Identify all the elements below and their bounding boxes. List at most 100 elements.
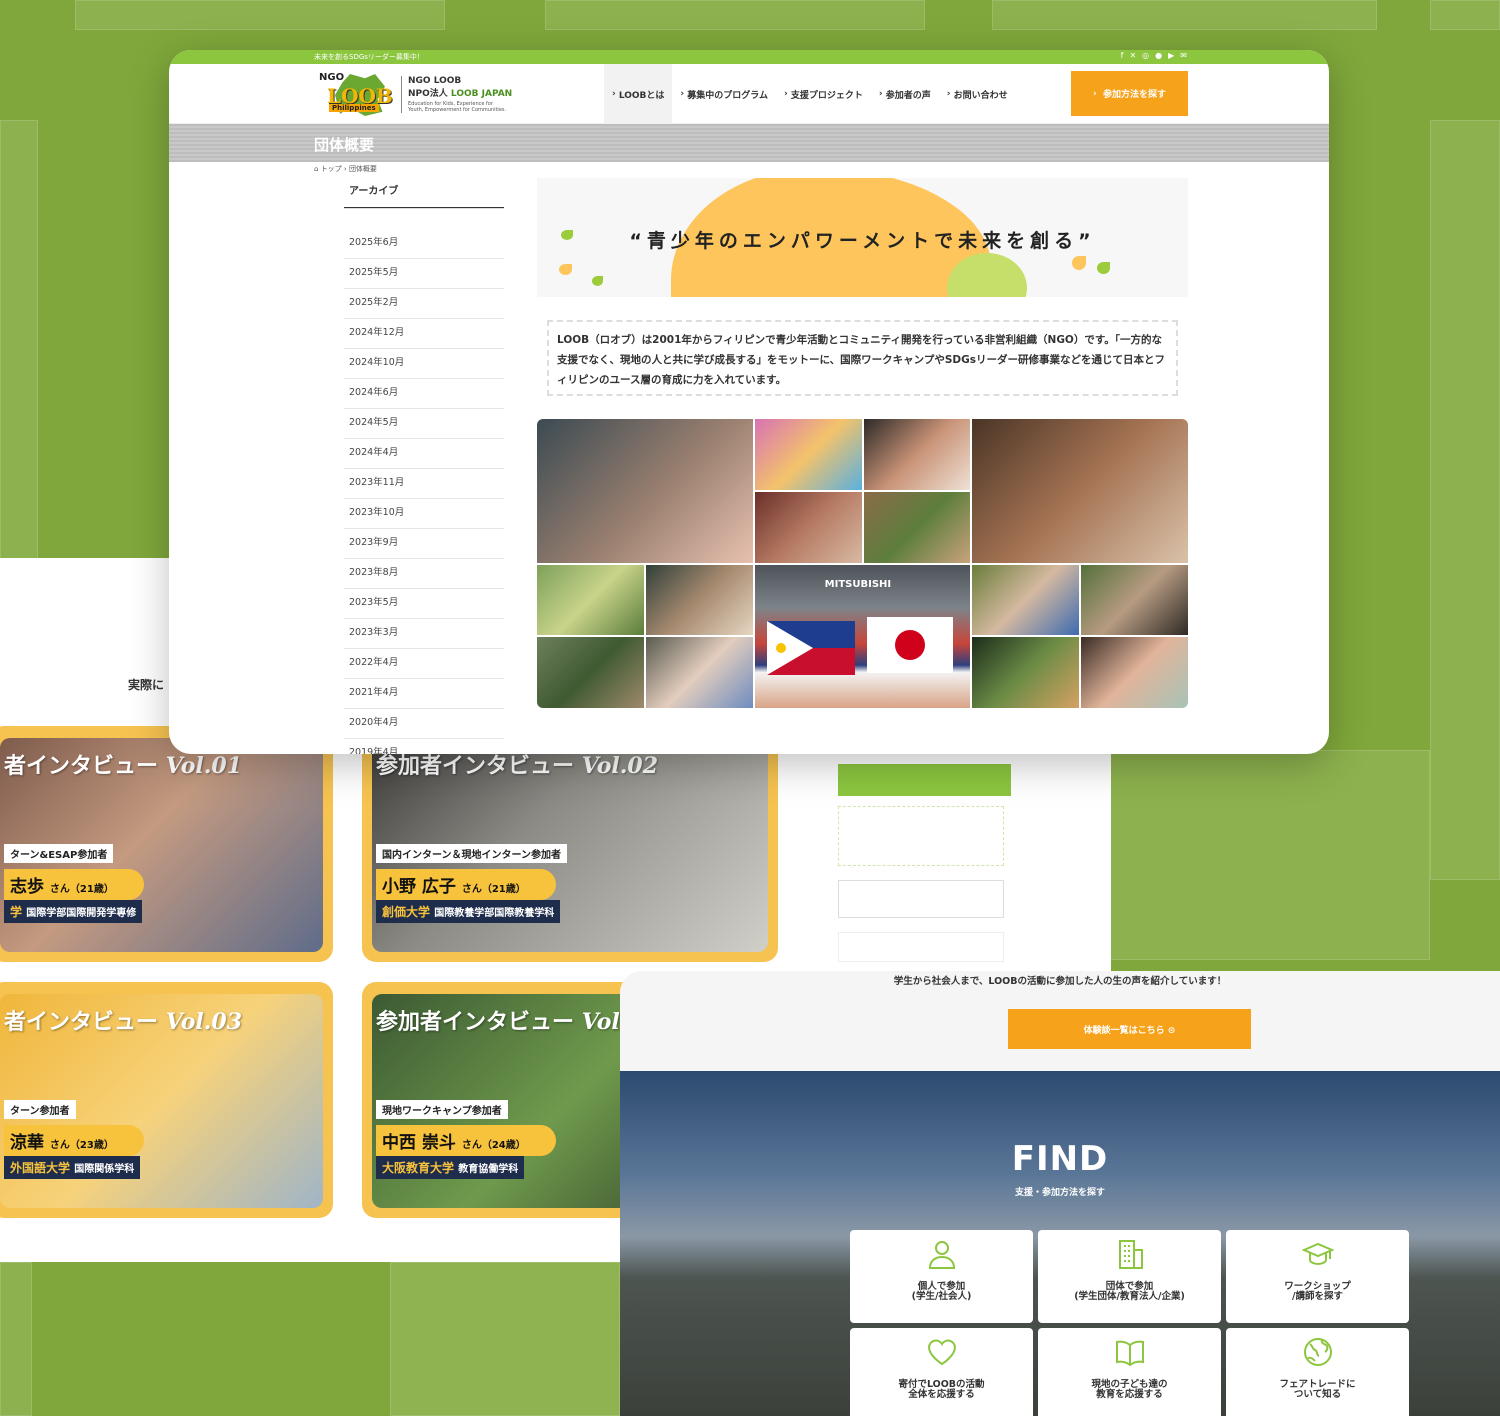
- archive-link[interactable]: 2024年4月: [344, 439, 504, 469]
- page-title: 団体概要: [314, 136, 375, 154]
- card-title-text: 参加者インタビュー: [376, 1010, 575, 1035]
- find-subtitle: 支援・参加方法を探す: [1014, 1188, 1105, 1198]
- archive-link[interactable]: 2023年3月: [344, 619, 504, 649]
- logo-mark: NGO LOOB Philippines: [319, 70, 393, 118]
- philippine-flag-icon: [766, 620, 855, 675]
- photo: [1081, 564, 1188, 636]
- find-tile-fairtrade[interactable]: フェアトレードに ついて知る: [1226, 1328, 1409, 1416]
- nav-projects[interactable]: › 支援プロジェクト: [776, 64, 871, 124]
- top-bar: 未来を創るSDGsリーダー募集中！ f ✕ ◎ ● ▶ ✉: [169, 50, 1329, 64]
- tile-label: フェアトレードに ついて知る: [1279, 1379, 1356, 1400]
- photo: [537, 419, 753, 563]
- archive-link[interactable]: 2025年6月: [344, 229, 504, 259]
- mail-icon[interactable]: ✉: [1180, 51, 1187, 60]
- interview-card[interactable]: 者インタビュー Vol.03 ターン参加者 涼華 さん（23歳） 外国語大学 国…: [0, 982, 333, 1218]
- archive-link[interactable]: 2019年4月: [344, 739, 504, 754]
- find-section-window: 学生から社会人まで、LOOBの活動に参加した人の生の声を紹介しています！ 体験談…: [620, 971, 1500, 1416]
- breadcrumb-home[interactable]: トップ: [321, 165, 342, 173]
- home-icon[interactable]: ⌂: [314, 165, 318, 173]
- cta-label: 参加方法を探す: [1102, 90, 1166, 100]
- find-participation-button[interactable]: › 参加方法を探す: [1071, 71, 1188, 116]
- leaf-decoration: [1072, 256, 1086, 270]
- card-title-text: 参加者インタビュー: [376, 754, 575, 779]
- leaf-decoration: [1097, 262, 1110, 274]
- find-options-grid: 個人で参加 (学生/社会人) 団体で参加 (学生団体/教育法人/企業) ワークシ…: [850, 1230, 1409, 1416]
- nav-programs[interactable]: › 募集中のプログラム: [672, 64, 776, 124]
- x-icon[interactable]: ✕: [1129, 51, 1136, 60]
- archive-link[interactable]: 2023年11月: [344, 469, 504, 499]
- archive-link[interactable]: 2023年5月: [344, 589, 504, 619]
- univ-text: 大阪教育大学: [382, 1161, 455, 1175]
- archive-link[interactable]: 2025年2月: [344, 289, 504, 319]
- archive-link[interactable]: 2024年6月: [344, 379, 504, 409]
- form-checkbox-area[interactable]: [838, 806, 1004, 866]
- photo: [754, 419, 862, 490]
- nav-label: 支援プロジェクト: [790, 90, 863, 101]
- breadcrumb: ⌂ トップ › 団体概要: [314, 165, 377, 173]
- view-all-voices-button[interactable]: 体験談一覧はこちら ⊙: [1008, 1009, 1251, 1049]
- interview-card[interactable]: 者インタビュー Vol.01 ターン&ESAP参加者 志歩 さん（21歳） 学 …: [0, 726, 333, 962]
- form-page-fragment: [838, 752, 1111, 972]
- photo: [537, 637, 644, 708]
- line-icon[interactable]: ●: [1155, 51, 1162, 60]
- find-tile-workshop[interactable]: ワークショップ /講師を探す: [1226, 1230, 1409, 1323]
- card-name: 小野 広子 さん（21歳）: [376, 869, 556, 900]
- hero-quote: “青少年のエンパワーメントで未来を創る”: [629, 230, 1096, 252]
- form-input[interactable]: [838, 880, 1004, 918]
- tile-label: 現地の子ども達の 教育を応援する: [1091, 1379, 1168, 1400]
- graduation-cap-icon: [1300, 1242, 1335, 1266]
- card-name: 志歩 さん（21歳）: [4, 869, 144, 900]
- archive-link[interactable]: 2024年5月: [344, 409, 504, 439]
- photo: [645, 564, 753, 636]
- site-header: NGO LOOB Philippines NGO LOOB NPO法人 LOOB…: [169, 64, 1329, 124]
- photo: MITSUBISHI: [754, 564, 971, 708]
- nav-about[interactable]: › LOOBとは: [604, 64, 673, 124]
- find-tile-donate[interactable]: 寄付でLOOBの活動 全体を応援する: [850, 1328, 1033, 1416]
- interview-card[interactable]: 参加者インタビュー Vol.02 国内インターン＆現地インターン参加者 小野 広…: [362, 726, 778, 962]
- photo: [863, 491, 971, 563]
- logo-line2a: NPO法人: [408, 88, 451, 99]
- youtube-icon[interactable]: ▶: [1168, 51, 1174, 60]
- globe-icon: [1303, 1338, 1332, 1366]
- nav-label: お問い合わせ: [953, 90, 1008, 101]
- archive-link[interactable]: 2021年4月: [344, 679, 504, 709]
- voices-footer: 学生から社会人まで、LOOBの活動に参加した人の生の声を紹介しています！ 体験談…: [620, 971, 1500, 1071]
- photo: [863, 419, 971, 490]
- archive-link[interactable]: 2023年8月: [344, 559, 504, 589]
- card-university: 大阪教育大学 教育協働学科: [376, 1156, 525, 1179]
- card-title: 者インタビュー Vol.03: [4, 1004, 242, 1036]
- univ-text: 創価大学: [382, 905, 431, 919]
- find-tile-group[interactable]: 団体で参加 (学生団体/教育法人/企業): [1038, 1230, 1221, 1323]
- japanese-flag-icon: [866, 616, 953, 673]
- leaf-decoration: [592, 276, 603, 286]
- photo: [972, 419, 1188, 563]
- site-logo[interactable]: NGO LOOB Philippines NGO LOOB NPO法人 LOOB…: [319, 70, 512, 118]
- instagram-icon[interactable]: ◎: [1142, 51, 1149, 60]
- archive-link[interactable]: 2020年4月: [344, 709, 504, 739]
- archive-link[interactable]: 2023年9月: [344, 529, 504, 559]
- archive-link[interactable]: 2024年12月: [344, 319, 504, 349]
- leaf-decoration: [559, 264, 572, 275]
- archive-link[interactable]: 2023年10月: [344, 499, 504, 529]
- heart-icon: [927, 1339, 956, 1366]
- archive-link[interactable]: 2025年5月: [344, 259, 504, 289]
- archive-link[interactable]: 2024年10月: [344, 349, 504, 379]
- card-title: 参加者インタビュー Vol.: [376, 1004, 627, 1036]
- find-tile-education[interactable]: 現地の子ども達の 教育を応援する: [1038, 1328, 1221, 1416]
- breadcrumb-current: 団体概要: [348, 165, 377, 173]
- card-university: 創価大学 国際教養学部国際教養学科: [376, 900, 561, 923]
- facebook-icon[interactable]: f: [1121, 51, 1124, 60]
- nav-voices[interactable]: › 参加者の声: [871, 64, 939, 124]
- name-text: 中西 崇斗: [382, 1133, 456, 1153]
- tile-label: 寄付でLOOBの活動 全体を応援する: [898, 1379, 985, 1400]
- archive-link[interactable]: 2022年4月: [344, 649, 504, 679]
- nav-contact[interactable]: › お問い合わせ: [939, 64, 1016, 124]
- background-tile: [390, 1262, 620, 1416]
- form-input[interactable]: [838, 932, 1004, 962]
- card-name: 涼華 さん（23歳）: [4, 1125, 144, 1156]
- card-role: ターン参加者: [4, 1100, 76, 1119]
- card-vol: Vol.02: [581, 753, 659, 779]
- find-tile-individual[interactable]: 個人で参加 (学生/社会人): [850, 1230, 1033, 1323]
- logo-line2: NPO法人 LOOB JAPAN: [408, 86, 512, 99]
- main-nav: › LOOBとは › 募集中のプログラム › 支援プロジェクト › 参加者の声 …: [604, 64, 1016, 124]
